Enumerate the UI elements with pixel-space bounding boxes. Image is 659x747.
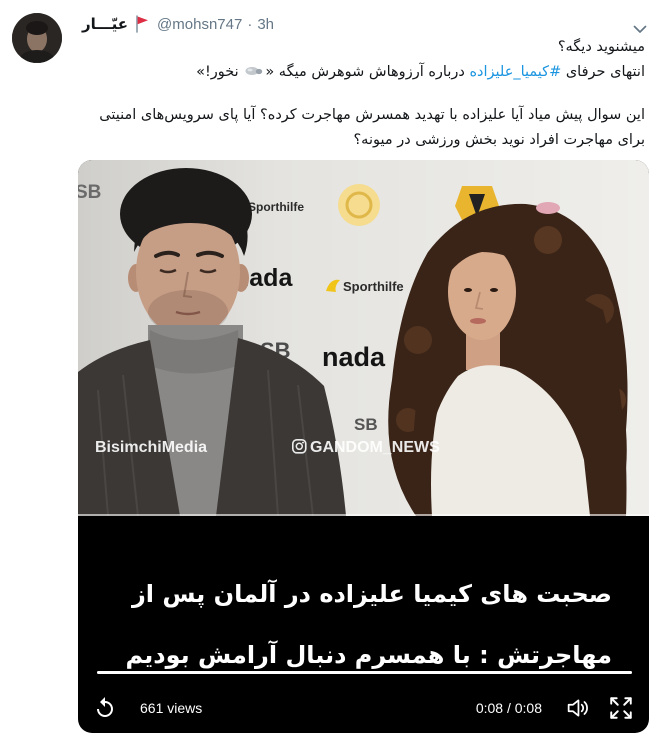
timestamp[interactable]: 3h [257, 16, 274, 33]
video-time: 0:08 / 0:08 [475, 700, 542, 716]
watermark-gandom-news: GANDOM_NEWS [310, 439, 440, 456]
replay-icon[interactable] [92, 696, 118, 720]
view-count: 661 views [140, 700, 203, 716]
tweet-text-segment: انتهای حرفای [561, 64, 645, 80]
tweet-text-paragraph-2: این سوال پیش میاد آیا علیزاده با تهدید ه… [99, 107, 645, 148]
tweet-text-line-2: انتهای حرفای #کیمیا_علیزاده درباره آرزوه… [70, 60, 645, 85]
emoji-icon [245, 61, 263, 75]
backdrop-logo-round [338, 184, 380, 226]
backdrop-logo-sb: SB [78, 182, 101, 203]
video-subtitle-line-1: صحبت های کیمیا علیزاده در آلمان پس از [131, 580, 612, 608]
tweet-header: عیّـــار @mohsn747 · 3h [82, 13, 274, 35]
backdrop-logo-sporthilfe: Sporthilfe [343, 279, 404, 294]
avatar-image [12, 13, 62, 63]
frame-divider [78, 514, 649, 516]
display-name[interactable]: عیّـــار [82, 15, 128, 33]
avatar[interactable] [12, 13, 62, 63]
tweet-text-segment: نخور!» [196, 64, 244, 80]
volume-icon[interactable] [565, 696, 593, 720]
video-subtitle-line-2: مهاجرتش : با همسرم دنبال آرامش بودیم [125, 641, 612, 669]
video-player[interactable]: SB Sporthilfe nada Sporthilfe SB nada SB [78, 160, 649, 733]
backdrop-logo-sb: SB [354, 415, 378, 434]
backdrop-logo-sporthilfe: Sporthilfe [248, 200, 304, 214]
red-flag-icon [135, 15, 149, 33]
fullscreen-icon[interactable] [608, 695, 634, 721]
tweet-text-line-1: میشنوید دیگه؟ [557, 39, 645, 55]
user-handle[interactable]: @mohsn747 [157, 16, 242, 33]
tweet-text-segment: درباره آرزوهاش شوهرش میگه « [265, 64, 470, 80]
video-progress-fill [97, 671, 632, 674]
backdrop-logo-nada: nada [322, 342, 386, 372]
tweet-text-paragraph-1: میشنوید دیگه؟ انتهای حرفای #کیمیا_علیزاد… [70, 35, 645, 85]
video-frame-scene: SB Sporthilfe nada Sporthilfe SB nada SB [78, 160, 649, 516]
watermark-bisimchimedia: BisimchiMedia [95, 439, 207, 456]
chevron-down-icon[interactable] [633, 21, 647, 33]
video-progress-bar[interactable] [97, 671, 632, 674]
separator-dot: · [247, 15, 253, 33]
hashtag-link[interactable]: #کیمیا_علیزاده [469, 64, 561, 80]
